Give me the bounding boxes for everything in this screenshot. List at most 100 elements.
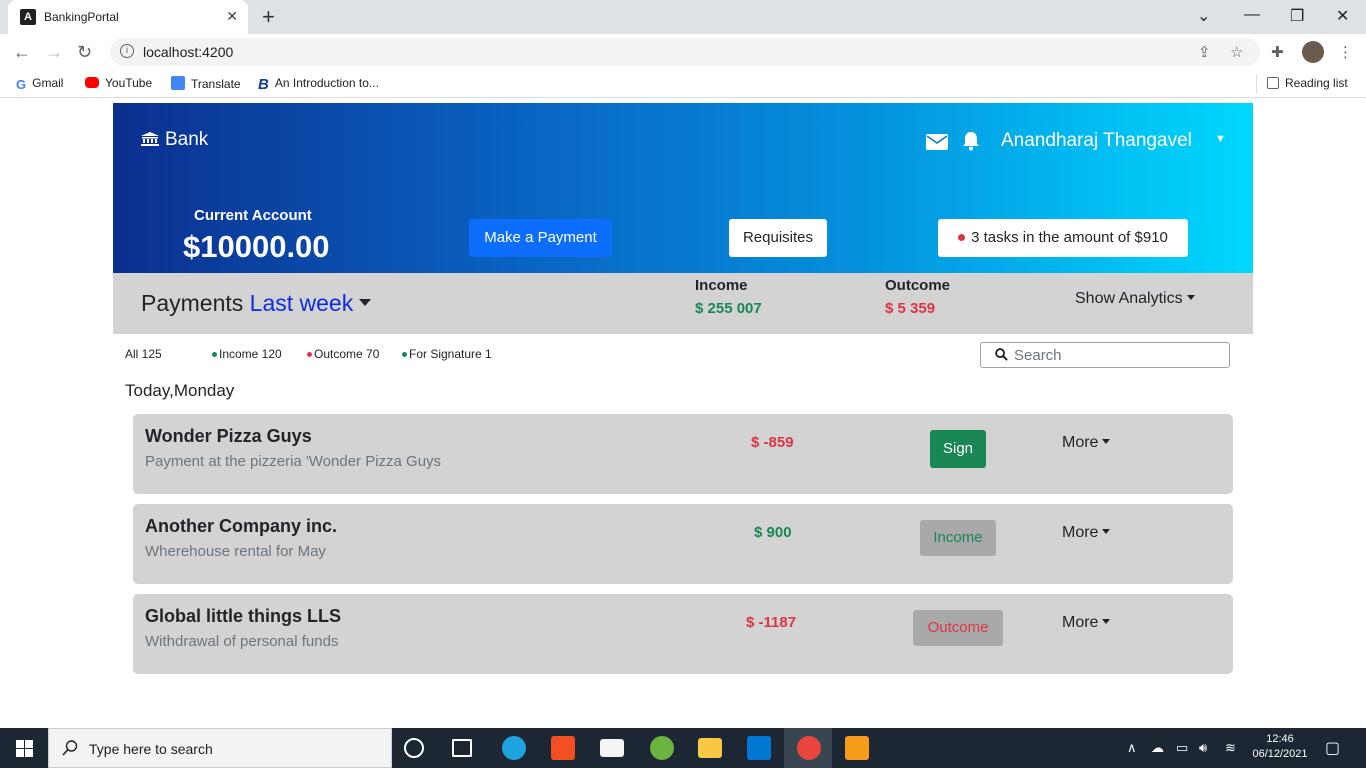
transaction-name: Global little things LLS bbox=[145, 606, 341, 626]
show-analytics-dropdown[interactable]: Show Analytics bbox=[1075, 290, 1195, 308]
vscode-icon[interactable] bbox=[747, 736, 771, 760]
windows-start-icon[interactable] bbox=[16, 740, 33, 757]
brand-link[interactable]: Bank bbox=[141, 129, 208, 151]
tasks-button[interactable]: 3 tasks in the amount of $910 bbox=[938, 219, 1188, 257]
reload-icon[interactable]: ↻ bbox=[77, 42, 92, 63]
transaction-description: Wherehouse rental for May bbox=[145, 543, 326, 560]
clock-date: 06/12/2021 bbox=[1252, 748, 1308, 760]
minimize-icon[interactable]: — bbox=[1244, 6, 1260, 24]
angular-favicon-icon: A bbox=[20, 9, 36, 25]
transaction-description: Payment at the pizzeria 'Wonder Pizza Gu… bbox=[145, 453, 442, 470]
bookmark-translate[interactable]: Translate bbox=[171, 76, 241, 91]
microsoft-store-icon[interactable] bbox=[551, 736, 575, 760]
search-input[interactable] bbox=[1014, 345, 1214, 365]
volume-icon[interactable]: 🔊︎ bbox=[1199, 740, 1207, 756]
transaction-card[interactable]: Another Company inc. Wherehouse rental f… bbox=[133, 504, 1233, 584]
tray-chevron-up-icon[interactable]: ∧ bbox=[1127, 740, 1137, 756]
bookmarks-bar: G Gmail YouTube Translate B An Introductio… bbox=[0, 70, 1366, 98]
restore-icon[interactable]: ❐ bbox=[1290, 6, 1304, 26]
outcome-value: $ 5 359 bbox=[885, 300, 936, 317]
tab-title: BankingPortal bbox=[44, 10, 119, 24]
outcome-dot-icon bbox=[307, 352, 312, 357]
transaction-card[interactable]: Global little things LLS Withdrawal of p… bbox=[133, 594, 1233, 674]
filter-all[interactable]: All 125 bbox=[125, 347, 162, 361]
site-info-icon[interactable]: i bbox=[120, 44, 134, 58]
outcome-label: Outcome bbox=[885, 277, 951, 294]
bookmark-introduction[interactable]: B An Introduction to... bbox=[258, 76, 379, 93]
profile-avatar[interactable] bbox=[1302, 41, 1324, 63]
tab-search-chevron-icon[interactable]: ⌄ bbox=[1197, 6, 1210, 26]
reading-list-icon bbox=[1267, 77, 1279, 89]
income-button[interactable]: Income bbox=[920, 520, 996, 556]
filter-outcome[interactable]: Outcome 70 bbox=[307, 347, 379, 361]
spring-tool-suite-icon[interactable] bbox=[650, 736, 674, 760]
media-player-icon[interactable] bbox=[845, 736, 869, 760]
bookmark-youtube[interactable]: YouTube bbox=[85, 76, 152, 90]
account-label: Current Account bbox=[194, 207, 312, 224]
period-caret-icon[interactable] bbox=[359, 299, 372, 306]
more-caret-icon bbox=[1102, 619, 1111, 624]
filter-for-signature[interactable]: For Signature 1 bbox=[402, 347, 492, 361]
bookmarks-divider bbox=[1256, 75, 1257, 93]
transaction-card[interactable]: Wonder Pizza Guys Payment at the pizzeri… bbox=[133, 414, 1233, 494]
sign-button[interactable]: Sign bbox=[930, 430, 986, 468]
transaction-name: Another Company inc. bbox=[145, 516, 338, 536]
tab-close-icon[interactable]: ✕ bbox=[226, 8, 238, 25]
income-value: $ 255 007 bbox=[695, 300, 762, 317]
taskbar-search-placeholder: Type here to search bbox=[89, 741, 213, 757]
account-balance: $10000.00 bbox=[183, 229, 330, 264]
battery-icon[interactable]: ▭ bbox=[1176, 740, 1188, 756]
onedrive-cloud-icon[interactable]: ☁ bbox=[1151, 740, 1164, 756]
google-g-icon: G bbox=[16, 77, 27, 92]
wifi-icon[interactable]: ≋ bbox=[1225, 740, 1236, 756]
extensions-puzzle-icon[interactable]: ✚ bbox=[1271, 43, 1284, 61]
reading-list[interactable]: Reading list bbox=[1267, 76, 1348, 90]
period-dropdown[interactable]: Last week bbox=[250, 290, 354, 316]
search-box[interactable] bbox=[980, 342, 1230, 368]
make-payment-button[interactable]: Make a Payment bbox=[469, 219, 612, 257]
bookmark-gmail[interactable]: G Gmail bbox=[16, 76, 63, 92]
address-bar[interactable]: i localhost:4200 ⇪ ☆ bbox=[110, 38, 1260, 66]
mail-app-icon[interactable] bbox=[600, 739, 624, 757]
new-tab-icon[interactable]: + bbox=[262, 4, 275, 30]
search-icon bbox=[995, 348, 1008, 361]
action-center-icon[interactable]: ▢ bbox=[1325, 738, 1340, 758]
income-label: Income bbox=[695, 277, 748, 294]
outcome-button[interactable]: Outcome bbox=[913, 610, 1003, 646]
windows-taskbar: Type here to search ∧ ☁ ▭ 🔊︎ ≋ 12:46 06/… bbox=[0, 728, 1366, 768]
task-view-icon[interactable] bbox=[452, 739, 472, 757]
back-arrow-icon[interactable]: ← bbox=[13, 42, 31, 63]
filter-income[interactable]: Income 120 bbox=[212, 347, 282, 361]
more-dropdown[interactable]: More bbox=[1062, 434, 1111, 452]
bookmark-star-icon[interactable]: ☆ bbox=[1230, 43, 1243, 61]
signature-dot-icon bbox=[402, 352, 407, 357]
payments-summary: Payments Last week Income $ 255 007 Outc… bbox=[113, 273, 1253, 334]
taskbar-search-box[interactable]: Type here to search bbox=[48, 728, 392, 768]
file-explorer-icon[interactable] bbox=[698, 738, 722, 758]
system-clock[interactable]: 12:46 06/12/2021 bbox=[1250, 732, 1310, 762]
task-alert-dot-icon bbox=[958, 234, 966, 241]
address-url[interactable]: localhost:4200 bbox=[143, 44, 233, 60]
window-close-icon[interactable]: ✕ bbox=[1336, 6, 1349, 26]
browser-menu-icon[interactable]: ⋮ bbox=[1338, 43, 1353, 61]
notification-bell-icon[interactable] bbox=[962, 131, 980, 151]
chrome-browser-icon[interactable] bbox=[797, 736, 821, 760]
more-dropdown[interactable]: More bbox=[1062, 524, 1111, 542]
taskbar-search-icon bbox=[62, 740, 78, 756]
banking-app: Bank Anandharaj Thangavel ▼ Current Acco… bbox=[113, 103, 1253, 674]
user-menu-caret-icon[interactable]: ▼ bbox=[1215, 133, 1226, 145]
share-icon[interactable]: ⇪ bbox=[1198, 43, 1211, 61]
bootstrap-b-icon: B bbox=[258, 76, 269, 93]
browser-tab[interactable]: A BankingPortal ✕ bbox=[8, 0, 248, 34]
requisites-button[interactable]: Requisites bbox=[729, 219, 827, 257]
mail-envelope-icon[interactable] bbox=[926, 134, 948, 150]
browser-toolbar: ← → ↻ i localhost:4200 ⇪ ☆ ✚ ⋮ bbox=[0, 34, 1366, 70]
more-dropdown[interactable]: More bbox=[1062, 614, 1111, 632]
forward-arrow-icon[interactable]: → bbox=[45, 42, 63, 63]
cortana-icon[interactable] bbox=[404, 738, 424, 758]
more-caret-icon bbox=[1102, 529, 1111, 534]
payments-title: Payments Last week bbox=[141, 290, 372, 317]
edge-browser-icon[interactable] bbox=[502, 736, 526, 760]
transaction-amount: $ 900 bbox=[754, 524, 792, 541]
user-name[interactable]: Anandharaj Thangavel bbox=[1001, 130, 1192, 152]
